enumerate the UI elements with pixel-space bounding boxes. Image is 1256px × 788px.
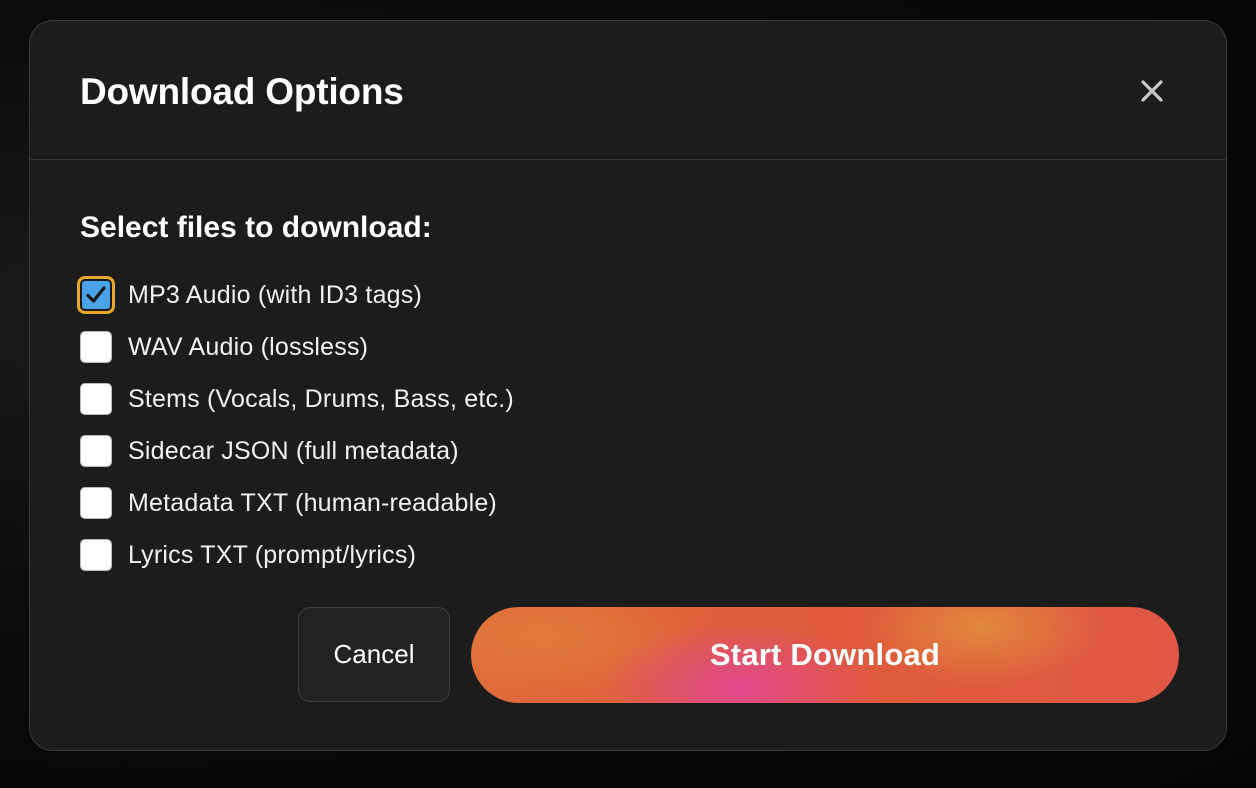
stems-checkbox[interactable] [80,383,112,415]
option-label: Lyrics TXT (prompt/lyrics) [128,540,417,569]
option-mp3[interactable]: MP3 Audio (with ID3 tags) [78,269,778,321]
option-metadata-txt[interactable]: Metadata TXT (human-readable) [78,477,778,529]
close-button[interactable] [1138,77,1166,105]
wav-checkbox[interactable] [80,331,112,363]
option-wav[interactable]: WAV Audio (lossless) [78,321,778,373]
section-label: Select files to download: [80,211,432,244]
checkmark-icon [86,286,106,303]
start-download-button[interactable]: Start Download [471,607,1179,703]
lyrics-txt-checkbox[interactable] [80,539,112,571]
option-label: WAV Audio (lossless) [128,332,369,361]
option-label: MP3 Audio (with ID3 tags) [128,280,423,309]
option-label: Sidecar JSON (full metadata) [128,436,459,465]
dialog-header: Download Options [30,21,1226,160]
cancel-button[interactable]: Cancel [298,607,450,702]
dialog-title: Download Options [80,71,404,112]
download-options-dialog: Download Options Select files to downloa… [29,20,1227,751]
option-label: Metadata TXT (human-readable) [128,488,497,517]
metadata-txt-checkbox[interactable] [80,487,112,519]
file-option-list: MP3 Audio (with ID3 tags) WAV Audio (los… [78,269,778,581]
option-stems[interactable]: Stems (Vocals, Drums, Bass, etc.) [78,373,778,425]
mp3-checkbox[interactable] [80,279,112,311]
option-lyrics-txt[interactable]: Lyrics TXT (prompt/lyrics) [78,529,778,581]
option-label: Stems (Vocals, Drums, Bass, etc.) [128,384,514,413]
sidecar-json-checkbox[interactable] [80,435,112,467]
option-sidecar-json[interactable]: Sidecar JSON (full metadata) [78,425,778,477]
close-icon [1141,80,1163,102]
